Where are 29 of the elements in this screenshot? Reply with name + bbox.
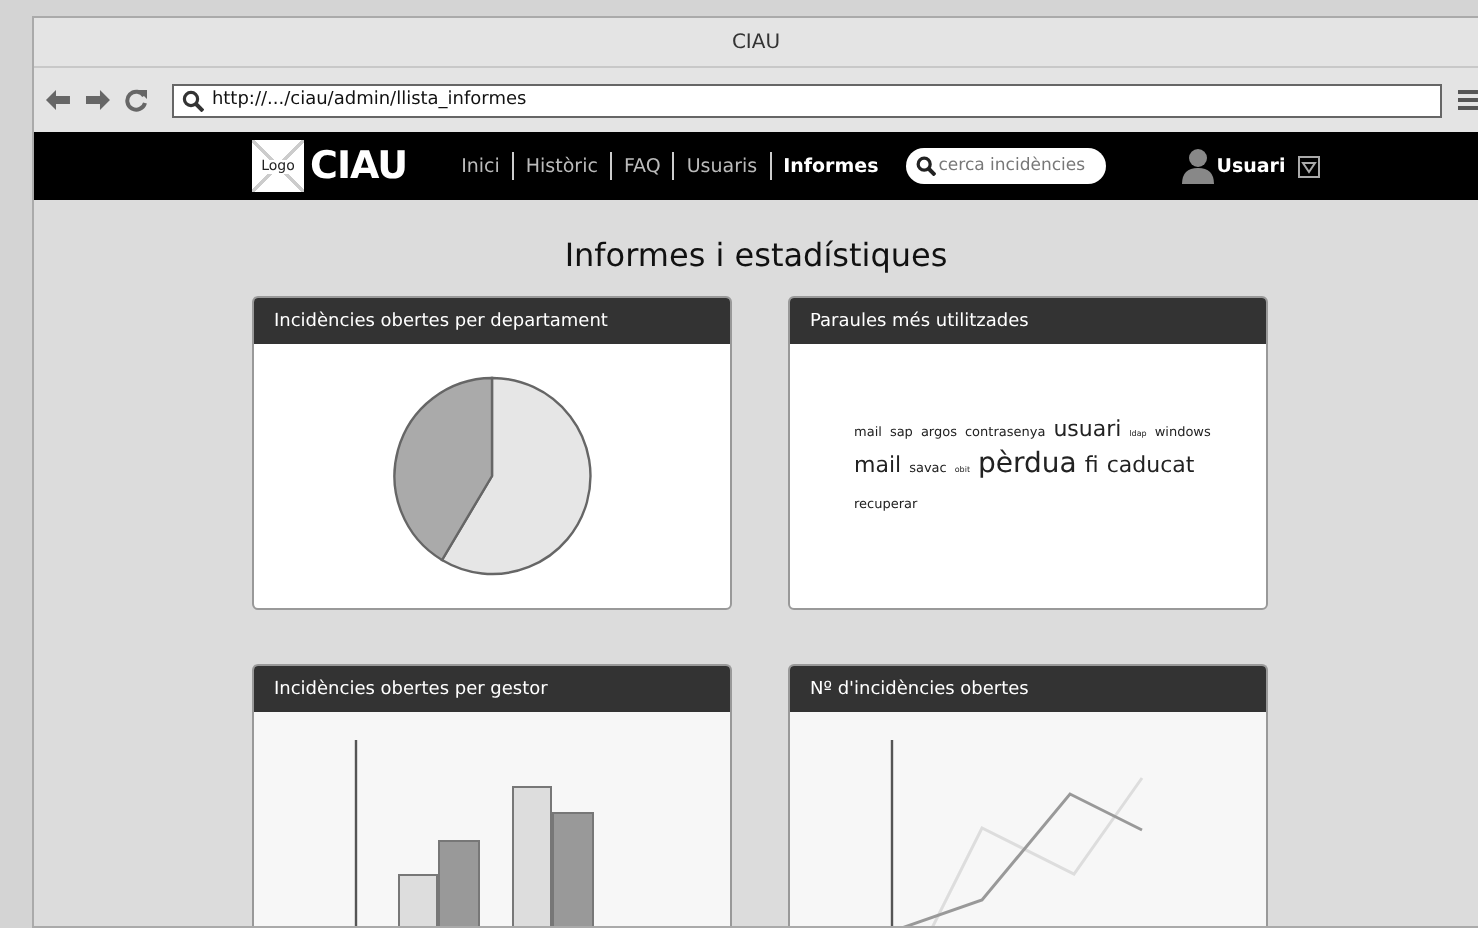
reload-icon[interactable]: [123, 88, 148, 112]
cloud-word: pèrdua: [978, 448, 1077, 480]
page-heading: Informes i estadístiques: [564, 236, 948, 274]
user-icon: [1182, 148, 1215, 184]
nav-link[interactable]: Usuaris: [674, 155, 770, 177]
search-field[interactable]: cerca incidències: [906, 148, 1107, 184]
address-field[interactable]: http://.../ciau/admin/llista_informes: [171, 83, 1443, 117]
forward-arrow-icon[interactable]: [83, 88, 112, 112]
cloud-word: fi: [1084, 452, 1099, 478]
card-title: Nº d'incidències obertes: [790, 666, 1266, 712]
user-name[interactable]: Usuari: [1216, 155, 1286, 177]
search-icon: [181, 89, 204, 111]
card-title: Incidències obertes per departament: [254, 298, 730, 344]
nav-link[interactable]: Inici: [449, 155, 512, 177]
cloud-word: usuari: [1053, 416, 1122, 442]
cloud-word: caducat: [1106, 452, 1195, 478]
cloud-word: mail: [854, 452, 902, 478]
search-icon: [916, 156, 937, 176]
url-text: http://.../ciau/admin/llista_informes: [211, 90, 527, 110]
window-title: CIAU: [731, 31, 781, 53]
card-title: Incidències obertes per gestor: [254, 666, 730, 712]
back-arrow-icon[interactable]: [44, 88, 72, 112]
nav-link[interactable]: Històric: [513, 155, 610, 177]
menu-icon[interactable]: [1458, 88, 1478, 112]
dropdown-icon[interactable]: [1297, 155, 1320, 177]
card-title: Paraules més utilitzades: [790, 298, 1266, 344]
nav-link[interactable]: FAQ: [611, 155, 673, 177]
brand-name[interactable]: CIAU: [310, 144, 408, 188]
nav-link[interactable]: Informes: [771, 155, 891, 177]
